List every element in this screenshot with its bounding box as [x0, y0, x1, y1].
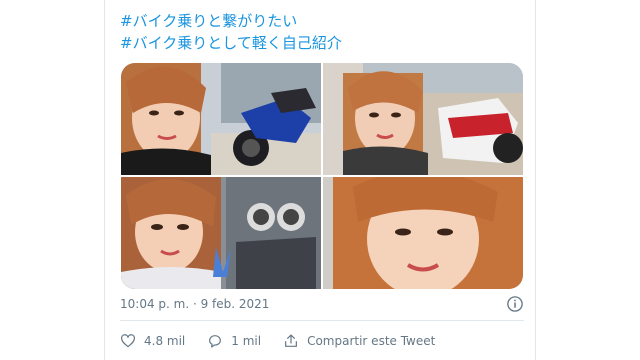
reply-bubble-icon [209, 335, 222, 348]
share-icon [285, 334, 298, 347]
tweet-photo-4[interactable] [323, 177, 523, 289]
tweet-text: #バイク乗りと繋がりたい #バイク乗りとして軽く自己紹介 [120, 10, 342, 54]
share-button[interactable]: Compartir este Tweet [283, 333, 435, 349]
tweet-actions: 4.8 mil 1 mil Compartir este Tweet [120, 330, 457, 352]
info-icon[interactable] [506, 295, 524, 313]
divider [120, 320, 524, 321]
hashtag-link-1[interactable]: #バイク乗りと繋がりたい [120, 10, 342, 32]
reply-count: 1 mil [231, 334, 262, 348]
tweet-photo-1[interactable] [121, 63, 321, 175]
tweet-meta: 10:04 p. m. · 9 feb. 2021 [120, 294, 524, 314]
heart-icon [121, 334, 135, 348]
tweet-photo-2[interactable] [323, 63, 523, 175]
tweet-card: #バイク乗りと繋がりたい #バイク乗りとして軽く自己紹介 10:04 p. m.… [104, 0, 536, 360]
reply-button[interactable]: 1 mil [207, 333, 261, 349]
share-label: Compartir este Tweet [307, 334, 436, 348]
hashtag-link-2[interactable]: #バイク乗りとして軽く自己紹介 [120, 32, 342, 54]
tweet-timestamp[interactable]: 10:04 p. m. · 9 feb. 2021 [120, 297, 269, 311]
media-grid [121, 63, 523, 289]
tweet-photo-3[interactable] [121, 177, 321, 289]
like-button[interactable]: 4.8 mil [120, 333, 185, 349]
like-count: 4.8 mil [144, 334, 186, 348]
